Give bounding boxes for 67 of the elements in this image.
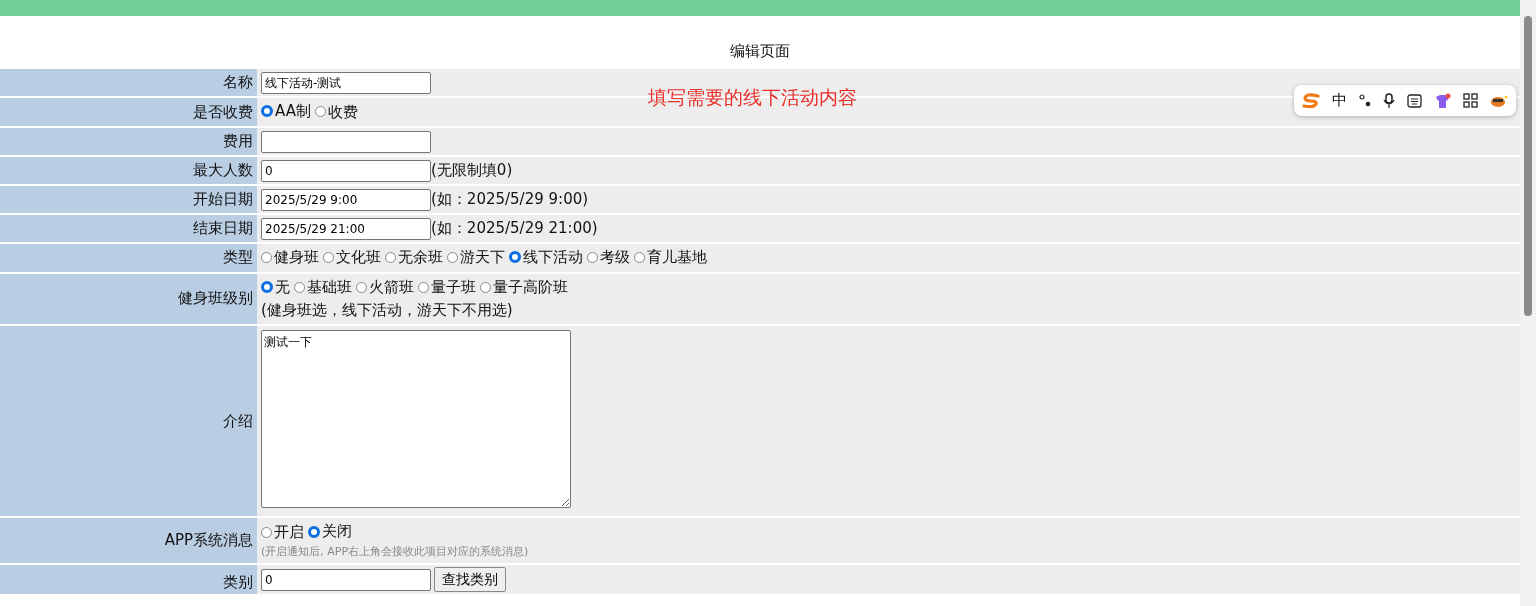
ime-logo-icon[interactable] — [1302, 92, 1320, 109]
microphone-icon[interactable] — [1383, 92, 1395, 109]
radio-button[interactable] — [418, 281, 429, 293]
radio-option[interactable]: AA制 — [261, 100, 311, 123]
grid-icon[interactable] — [1463, 93, 1478, 108]
ime-mode[interactable]: 中 — [1332, 89, 1347, 112]
field-label: 健身班级别 — [0, 273, 257, 324]
input-field[interactable]: 2025/5/29 21:00 — [261, 217, 431, 240]
radio-option[interactable]: 文化班 — [323, 246, 381, 269]
radio-option[interactable]: 考级 — [587, 246, 630, 269]
radio-button[interactable] — [509, 251, 521, 263]
radio-option[interactable]: 关闭 — [308, 520, 352, 543]
field-note: (如：2025/5/29 9:00) — [431, 189, 589, 208]
radio-option[interactable]: 量子高阶班 — [480, 276, 568, 299]
radio-option[interactable]: 线下活动 — [509, 245, 583, 269]
radio-option[interactable]: 无 — [261, 275, 290, 298]
field-note: (如：2025/5/29 21:00) — [431, 218, 598, 237]
radio-option[interactable]: 收费 — [314, 100, 358, 123]
scrollbar[interactable] — [1520, 0, 1536, 606]
radio-option[interactable]: 无余班 — [385, 246, 443, 269]
radio-button[interactable] — [385, 252, 396, 263]
lookup-button[interactable]: 查找类别 — [434, 566, 506, 592]
radio-button[interactable] — [634, 252, 645, 263]
field-label: 是否收费 — [0, 98, 257, 126]
page-title: 编辑页面 — [729, 41, 791, 62]
radio-button[interactable] — [261, 105, 273, 118]
field-label: 结束日期 — [0, 214, 257, 242]
input-field[interactable]: 2025/5/29 9:00 — [261, 188, 431, 211]
input-field[interactable]: 0 — [261, 159, 431, 182]
radio-button[interactable] — [261, 526, 272, 538]
input-field[interactable]: 线下活动-测试 — [261, 72, 431, 94]
radio-button[interactable] — [308, 525, 320, 538]
radio-button[interactable] — [294, 281, 305, 293]
punctuation-icon[interactable] — [1359, 93, 1371, 108]
radio-button[interactable] — [447, 252, 458, 263]
radio-button[interactable] — [261, 280, 273, 293]
radio-option[interactable]: 火箭班 — [356, 276, 414, 299]
input-field[interactable]: 0 — [261, 568, 431, 591]
radio-option[interactable]: 健身班 — [261, 246, 319, 269]
field-label: 费用 — [0, 127, 257, 155]
field-note: (无限制填0) — [431, 160, 513, 179]
field-label: APP系统消息 — [0, 518, 257, 563]
field-label: 最大人数 — [0, 156, 257, 184]
radio-button[interactable] — [314, 106, 326, 118]
radio-option[interactable]: 育儿基地 — [634, 246, 707, 269]
radio-button[interactable] — [480, 281, 491, 293]
scrollbar-thumb[interactable] — [1524, 16, 1532, 316]
radio-option[interactable]: 量子班 — [418, 276, 476, 299]
field-note: (开启通知后, APP右上角会接收此项目对应的系统消息) — [261, 544, 530, 560]
radio-button[interactable] — [356, 281, 367, 293]
field-label: 类别 — [0, 564, 257, 594]
radio-button[interactable] — [587, 252, 598, 263]
field-label: 类型 — [0, 243, 257, 272]
field-label: 名称 — [0, 68, 257, 96]
field-label: 介绍 — [0, 325, 257, 517]
hint-text: 填写需要的线下活动内容 — [648, 85, 857, 110]
radio-option[interactable]: 游天下 — [447, 246, 505, 269]
radio-button[interactable] — [261, 252, 272, 263]
input-field[interactable] — [261, 130, 431, 153]
radio-button[interactable] — [323, 252, 334, 263]
field-note: (健身班选，线下活动，游天下不用选) — [261, 300, 514, 322]
field-label: 开始日期 — [0, 185, 257, 213]
shirt-icon[interactable] — [1434, 92, 1451, 109]
radio-option[interactable]: 开启 — [261, 520, 304, 544]
radio-option[interactable]: 基础班 — [294, 276, 352, 299]
keyboard-icon[interactable] — [1407, 93, 1422, 108]
text-area[interactable]: 测试一下 — [261, 329, 571, 508]
